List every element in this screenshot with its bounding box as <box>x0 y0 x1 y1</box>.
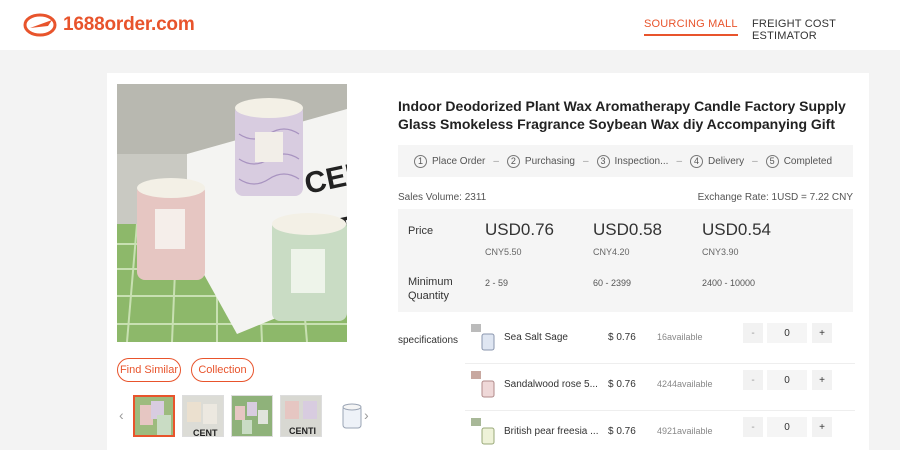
tier-3-qty: 2400 - 10000 <box>702 278 756 288</box>
logo-icon <box>23 13 57 37</box>
step-number: 5 <box>765 154 779 168</box>
step-place-order: 1 Place Order <box>414 154 486 168</box>
quantity-increase-button[interactable]: + <box>812 370 832 390</box>
exchange-rate: Exchange Rate: 1USD = 7.22 CNY <box>697 192 853 203</box>
spec-available: 16available <box>657 332 703 342</box>
spec-name: British pear freesia ... <box>504 426 599 437</box>
main-product-image[interactable]: CEN NT <box>117 84 347 342</box>
tier-2-cny: CNY4.20 <box>593 247 630 257</box>
quantity-decrease-button[interactable]: - <box>743 417 763 437</box>
thumbnail-1[interactable] <box>133 395 175 437</box>
find-similar-button[interactable]: Find Similar <box>117 358 181 382</box>
quantity-input[interactable] <box>767 417 807 437</box>
step-label: Delivery <box>708 155 745 167</box>
min-quantity-label-line1: Minimum <box>408 276 453 288</box>
price-label: Price <box>408 225 434 237</box>
step-inspection: 3 Inspection... <box>596 154 669 168</box>
spec-available: 4921available <box>657 426 713 436</box>
step-separator: – <box>493 155 499 167</box>
spec-price: $ 0.76 <box>608 426 636 437</box>
top-header: 1688order.com SOURCING MALL FREIGHT COST… <box>0 0 900 50</box>
sales-volume: Sales Volume: 2311 <box>398 192 487 203</box>
nav-freight-cost-estimator[interactable]: FREIGHT COST ESTIMATOR <box>752 18 900 42</box>
spec-name: Sea Salt Sage <box>504 332 568 343</box>
tier-2-qty: 60 - 2399 <box>593 278 632 288</box>
thumbnails-prev-icon[interactable]: ‹ <box>119 407 124 423</box>
tier-3-cny: CNY3.90 <box>702 247 739 257</box>
quantity-increase-button[interactable]: + <box>812 417 832 437</box>
spec-name: Sandalwood rose 5... <box>504 379 598 390</box>
step-separator: – <box>676 155 682 167</box>
thumbnail-2[interactable]: CENT <box>182 395 224 437</box>
spec-thumbnail[interactable] <box>470 369 498 399</box>
spec-price: $ 0.76 <box>608 332 636 343</box>
quantity-increase-button[interactable]: + <box>812 323 832 343</box>
step-delivery: 4 Delivery <box>690 154 745 168</box>
tier-1-usd: USD0.76 <box>485 220 554 239</box>
spec-row: Sandalwood rose 5... $ 0.76 4244availabl… <box>465 365 855 411</box>
step-number: 4 <box>690 154 703 168</box>
step-number: 2 <box>506 154 520 168</box>
step-label: Place Order <box>432 155 486 167</box>
min-quantity-label-line2: Quantity <box>408 290 449 302</box>
tier-1-qty: 2 - 59 <box>485 278 509 288</box>
spec-available: 4244available <box>657 379 713 389</box>
step-number: 3 <box>596 154 610 168</box>
order-steps: 1 Place Order – 2 Purchasing – 3 Inspection… <box>398 145 853 177</box>
spec-thumbnail[interactable] <box>470 322 498 352</box>
spec-thumbnail[interactable] <box>470 416 498 446</box>
spec-price: $ 0.76 <box>608 379 636 390</box>
logo-text: 1688order.com <box>63 14 195 35</box>
step-separator: – <box>752 155 758 167</box>
step-separator: – <box>582 155 589 167</box>
thumbnail-4[interactable]: CENTI <box>280 395 322 437</box>
quantity-decrease-button[interactable]: - <box>743 370 763 390</box>
quantity-input[interactable] <box>767 370 807 390</box>
quantity-decrease-button[interactable]: - <box>743 323 763 343</box>
spec-row: British pear freesia ... $ 0.76 4921avai… <box>465 412 855 450</box>
thumbnail-3[interactable] <box>231 395 273 437</box>
tier-1-cny: CNY5.50 <box>485 247 522 257</box>
collection-button[interactable]: Collection <box>191 358 254 382</box>
site-logo[interactable]: 1688order.com <box>22 11 195 39</box>
price-box: Price Minimum Quantity USD0.76 CNY5.50 2… <box>398 209 853 312</box>
step-label: Inspection... <box>614 155 669 167</box>
svg-text:CENT: CENT <box>193 428 218 437</box>
specifications-label: specifications <box>398 335 459 346</box>
tier-2-usd: USD0.58 <box>593 220 662 239</box>
step-completed: 5 Completed <box>765 154 833 168</box>
step-label: Completed <box>783 155 833 167</box>
tier-3-usd: USD0.54 <box>702 220 771 239</box>
step-number: 1 <box>414 154 427 168</box>
thumbnails-next-icon[interactable]: › <box>364 407 369 423</box>
svg-text:CENTI: CENTI <box>289 426 316 436</box>
step-label: Purchasing <box>524 155 575 167</box>
spec-row: Sea Salt Sage $ 0.76 16available - + <box>465 318 855 364</box>
product-title: Indoor Deodorized Plant Wax Aromatherapy… <box>398 98 846 132</box>
step-purchasing: 2 Purchasing <box>506 154 575 168</box>
quantity-input[interactable] <box>767 323 807 343</box>
nav-sourcing-mall[interactable]: SOURCING MALL <box>644 18 738 36</box>
